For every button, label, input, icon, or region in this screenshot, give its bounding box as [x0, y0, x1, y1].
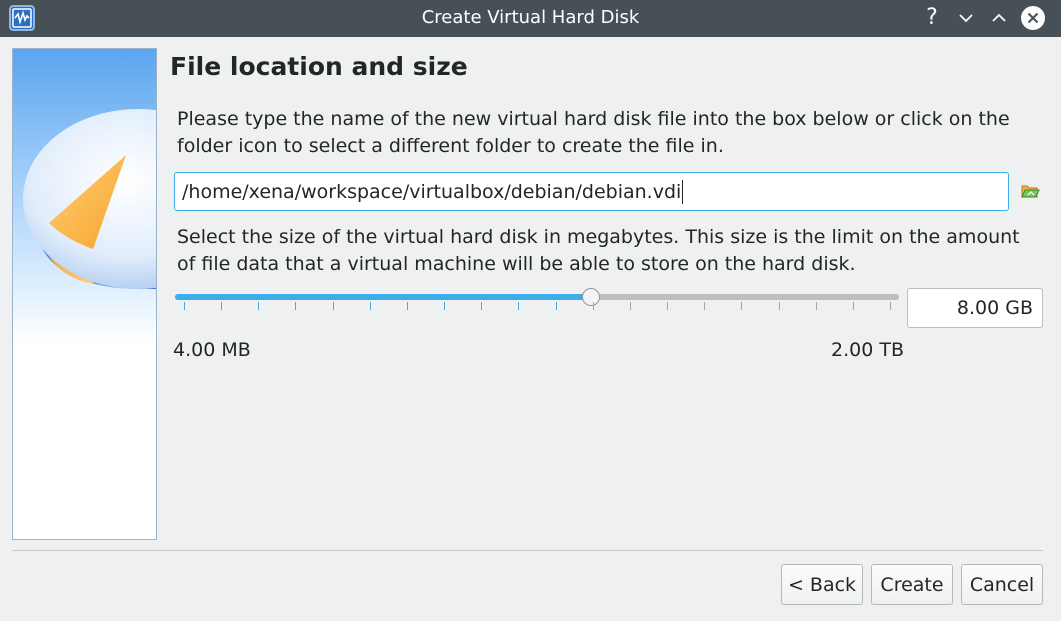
slider-tick	[667, 302, 668, 310]
slider-tick	[630, 302, 631, 310]
location-description: Please type the name of the new virtual …	[177, 108, 1010, 157]
slider-tick	[779, 302, 780, 310]
title-bar: Create Virtual Hard Disk ?	[0, 0, 1061, 37]
page-title: File location and size	[170, 52, 468, 81]
slider-tick	[184, 302, 185, 310]
slider-tick	[890, 302, 891, 310]
slider-tick	[518, 302, 519, 310]
file-location-value: /home/xena/workspace/virtualbox/debian/d…	[182, 180, 682, 203]
close-icon[interactable]	[1020, 5, 1046, 31]
slider-tick	[481, 302, 482, 310]
slider-track-fill	[175, 294, 591, 300]
slider-tick	[704, 302, 705, 310]
disk-chart-graphic	[23, 109, 156, 289]
wizard-watermark-image	[12, 48, 157, 540]
folder-open-icon[interactable]	[1019, 180, 1041, 202]
slider-tick	[258, 302, 259, 310]
text-caret	[682, 179, 684, 204]
slider-tick	[221, 302, 222, 310]
size-value: 8.00 GB	[956, 297, 1033, 319]
cancel-button[interactable]: Cancel	[961, 564, 1043, 605]
slider-tick	[407, 302, 408, 310]
slider-tick	[816, 302, 817, 310]
size-description: Select the size of the virtual hard disk…	[177, 226, 1020, 275]
window-title: Create Virtual Hard Disk	[421, 7, 640, 28]
back-button[interactable]: < Back	[781, 564, 863, 605]
create-button[interactable]: Create	[871, 564, 953, 605]
slider-tick	[295, 302, 296, 310]
chevron-up-icon[interactable]	[986, 5, 1012, 31]
size-slider[interactable]	[175, 287, 899, 317]
slider-tick	[853, 302, 854, 310]
slider-tick	[333, 302, 334, 310]
size-range-max-label: 2.00 TB	[831, 339, 904, 361]
size-input[interactable]: 8.00 GB	[907, 288, 1043, 328]
size-range-min-label: 4.00 MB	[173, 339, 251, 361]
slider-tick	[741, 302, 742, 310]
file-location-input[interactable]: /home/xena/workspace/virtualbox/debian/d…	[174, 172, 1009, 211]
help-icon[interactable]: ?	[919, 4, 945, 30]
slider-tick	[370, 302, 371, 310]
slider-handle[interactable]	[581, 288, 600, 306]
slider-tick	[593, 302, 594, 310]
slider-tick	[556, 302, 557, 310]
chevron-down-icon[interactable]	[953, 5, 979, 31]
slider-tick	[444, 302, 445, 310]
footer-separator	[12, 550, 1043, 551]
